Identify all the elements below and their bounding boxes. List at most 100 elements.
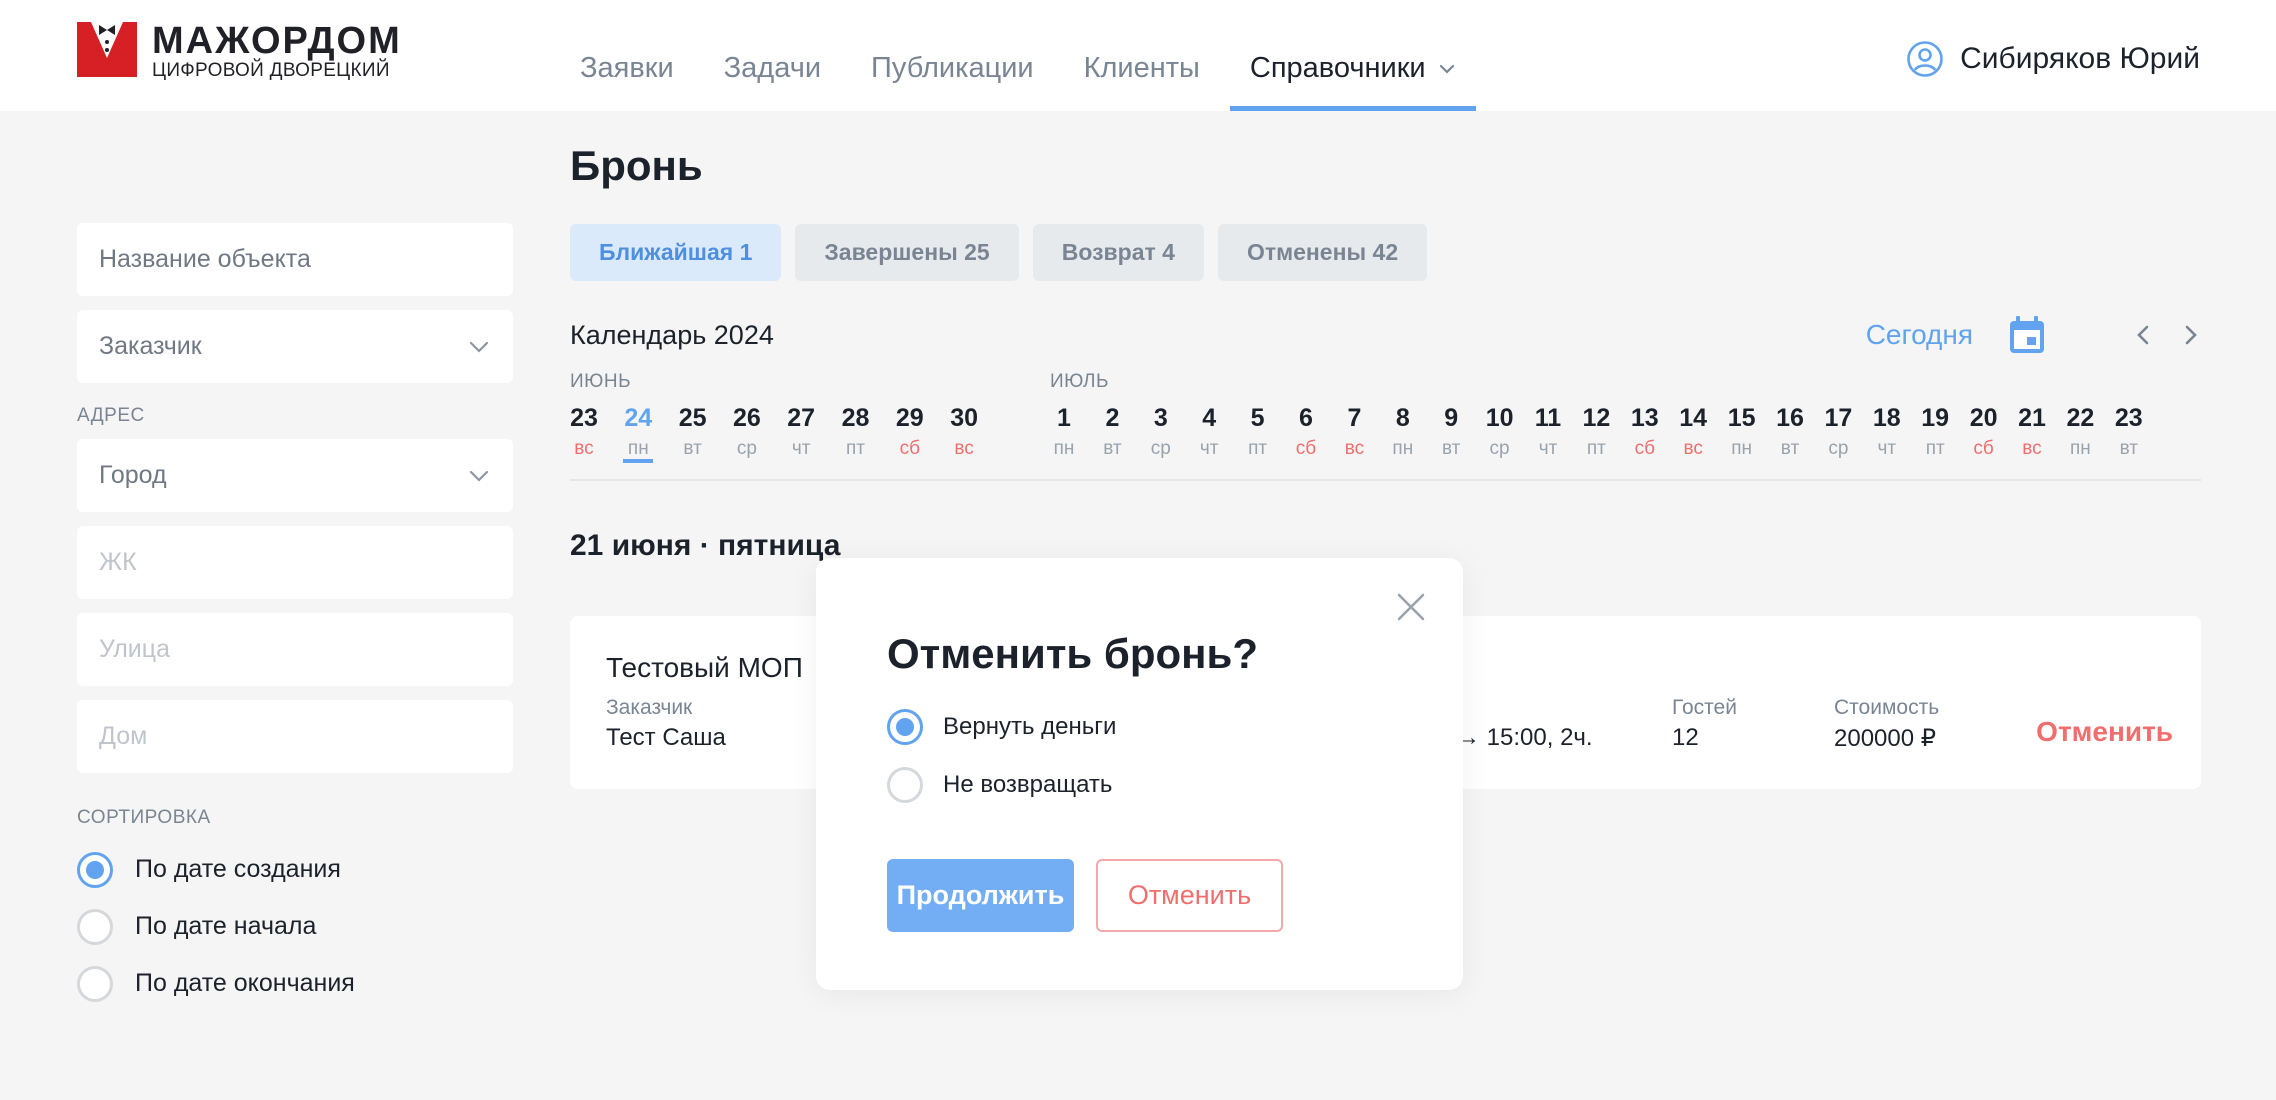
tab-cancelled[interactable]: Отменены 42 bbox=[1217, 224, 1428, 281]
city-placeholder: Город bbox=[99, 461, 167, 489]
calendar-day[interactable]: 26 ср bbox=[719, 401, 775, 463]
nav-item-tasks[interactable]: Задачи bbox=[704, 0, 841, 111]
calendar-day[interactable]: 24 пн bbox=[610, 401, 666, 463]
day-weekday: вс bbox=[954, 438, 974, 459]
calendar-icon[interactable] bbox=[2009, 316, 2045, 354]
day-weekday: чт bbox=[791, 438, 811, 459]
complex-input[interactable]: ЖК bbox=[77, 526, 513, 599]
day-weekday: вт bbox=[683, 438, 702, 459]
calendar-title: Календарь 2024 bbox=[570, 319, 774, 350]
day-weekday: пн bbox=[627, 438, 649, 459]
object-name-placeholder: Название объекта bbox=[99, 245, 311, 273]
chevron-down-icon bbox=[467, 335, 491, 359]
city-select[interactable]: Город bbox=[77, 439, 513, 512]
sort-option-end[interactable]: По дате окончания bbox=[77, 955, 513, 1012]
customer-placeholder: Заказчик bbox=[99, 332, 202, 360]
sort-option-label: По дате окончания bbox=[135, 969, 355, 997]
day-number: 27 bbox=[787, 404, 816, 432]
calendar-day[interactable]: 23 вт bbox=[2101, 401, 2157, 463]
logo[interactable]: МАЖОРДОМ ЦИФРОВОЙ ДВОРЕЦКИЙ bbox=[77, 22, 402, 82]
radio-selected-icon[interactable] bbox=[77, 851, 113, 888]
option-refund[interactable]: Вернуть деньги bbox=[887, 698, 1116, 756]
calendar-day[interactable]: 27 чт bbox=[773, 401, 829, 463]
day-number: 28 bbox=[841, 404, 870, 432]
nav-item-clients[interactable]: Клиенты bbox=[1064, 0, 1220, 111]
calendar-day[interactable]: 28 пт bbox=[828, 401, 884, 463]
radio-empty-icon[interactable] bbox=[77, 965, 113, 1002]
booking-tabs: Ближайшая 1 Завершены 25 Возврат 4 Отмен… bbox=[570, 224, 2201, 281]
customer-value: Тест Саша bbox=[606, 724, 726, 751]
top-header: МАЖОРДОМ ЦИФРОВОЙ ДВОРЕЦКИЙ Заявки Задач… bbox=[0, 0, 2276, 111]
radio-empty-icon[interactable] bbox=[887, 767, 923, 803]
day-number: 24 bbox=[624, 404, 653, 432]
logo-subtitle: ЦИФРОВОЙ ДВОРЕЦКИЙ bbox=[152, 60, 390, 81]
chevron-right-icon[interactable] bbox=[2181, 321, 2201, 349]
day-number: 23 bbox=[570, 404, 598, 432]
object-name-input[interactable]: Название объекта bbox=[77, 223, 513, 296]
tab-upcoming[interactable]: Ближайшая 1 bbox=[570, 224, 782, 281]
logo-title: МАЖОРДОМ bbox=[152, 20, 402, 62]
tab-label: Возврат 4 bbox=[1061, 239, 1175, 265]
tab-completed[interactable]: Завершены 25 bbox=[795, 224, 1019, 281]
calendar-day[interactable]: 25 вт bbox=[665, 401, 721, 463]
sort-option-label: По дате создания bbox=[135, 855, 341, 883]
chevron-down-icon bbox=[1438, 60, 1456, 78]
filters-sidebar: Название объекта Заказчик АДРЕС Город ЖК… bbox=[77, 223, 513, 1012]
day-weekday: пт bbox=[846, 438, 865, 459]
day-number: 23 bbox=[2114, 404, 2143, 432]
cancel-button[interactable]: Отменить bbox=[1096, 859, 1283, 932]
chevron-left-icon[interactable] bbox=[2133, 321, 2153, 349]
close-icon[interactable] bbox=[1395, 591, 1427, 623]
booking-name: Тестовый МОП bbox=[606, 652, 803, 683]
calendar-months: ИЮНЬ ИЮЛЬ bbox=[570, 371, 2201, 401]
calendar-day[interactable]: 23 вс bbox=[570, 401, 612, 463]
option-no-refund[interactable]: Не возвращать bbox=[887, 756, 1116, 814]
user-menu[interactable]: Сибиряков Юрий bbox=[1906, 40, 2200, 78]
customer-label: Заказчик bbox=[606, 696, 693, 719]
tab-label: Отменены 42 bbox=[1246, 239, 1399, 265]
street-input[interactable]: Улица bbox=[77, 613, 513, 686]
customer-select[interactable]: Заказчик bbox=[77, 310, 513, 383]
radio-selected-icon[interactable] bbox=[887, 709, 923, 745]
address-section-label: АДРЕС bbox=[77, 405, 145, 426]
day-number: 30 bbox=[950, 404, 978, 432]
main-content: Бронь Ближайшая 1 Завершены 25 Возврат 4… bbox=[570, 140, 2201, 569]
nav-item-label: Заявки bbox=[580, 52, 674, 84]
tab-refund[interactable]: Возврат 4 bbox=[1032, 224, 1204, 281]
nav-item-references[interactable]: Справочники bbox=[1229, 0, 1476, 111]
day-weekday: сб bbox=[899, 438, 920, 459]
today-button[interactable]: Сегодня bbox=[1866, 319, 1973, 351]
option-label: Не возвращать bbox=[943, 771, 1113, 798]
tab-label: Завершены 25 bbox=[824, 239, 990, 265]
cancel-booking-modal: Отменить бронь? Вернуть деньги Не возвра… bbox=[816, 558, 1463, 990]
chevron-down-icon bbox=[467, 464, 491, 488]
nav-item-publications[interactable]: Публикации bbox=[851, 0, 1054, 111]
day-number: 25 bbox=[678, 404, 707, 432]
street-placeholder: Улица bbox=[99, 635, 170, 663]
user-avatar-icon bbox=[1906, 40, 1944, 78]
nav-item-label: Клиенты bbox=[1083, 52, 1200, 84]
guests-value: 12 bbox=[1672, 724, 1699, 751]
sort-option-created[interactable]: По дате создания bbox=[77, 841, 513, 898]
day-weekday: ср bbox=[736, 438, 757, 459]
calendar-header: Календарь 2024 Сегодня bbox=[570, 315, 2201, 355]
sort-section-label: СОРТИРОВКА bbox=[77, 807, 211, 828]
house-input[interactable]: Дом bbox=[77, 700, 513, 773]
booking-cancel-link[interactable]: Отменить bbox=[2036, 716, 2173, 748]
month-label: ИЮЛЬ bbox=[1050, 371, 1109, 392]
calendar-day[interactable]: 29 сб bbox=[882, 401, 938, 463]
radio-empty-icon[interactable] bbox=[77, 908, 113, 945]
nav-item-label: Справочники bbox=[1249, 52, 1426, 84]
sort-option-start[interactable]: По дате начала bbox=[77, 898, 513, 955]
cost-value: 200000 ₽ bbox=[1834, 725, 1937, 752]
nav-item-label: Задачи bbox=[723, 52, 822, 84]
house-placeholder: Дом bbox=[99, 722, 148, 750]
logo-mark-icon bbox=[77, 22, 137, 77]
page-title: Бронь bbox=[570, 142, 703, 189]
nav-item-label: Публикации bbox=[871, 52, 1034, 84]
calendar-day[interactable]: 30 вс bbox=[936, 401, 992, 463]
complex-placeholder: ЖК bbox=[99, 548, 137, 576]
option-label: Вернуть деньги bbox=[943, 713, 1117, 740]
continue-button[interactable]: Продолжить bbox=[887, 859, 1074, 932]
nav-item-requests[interactable]: Заявки bbox=[560, 0, 694, 111]
